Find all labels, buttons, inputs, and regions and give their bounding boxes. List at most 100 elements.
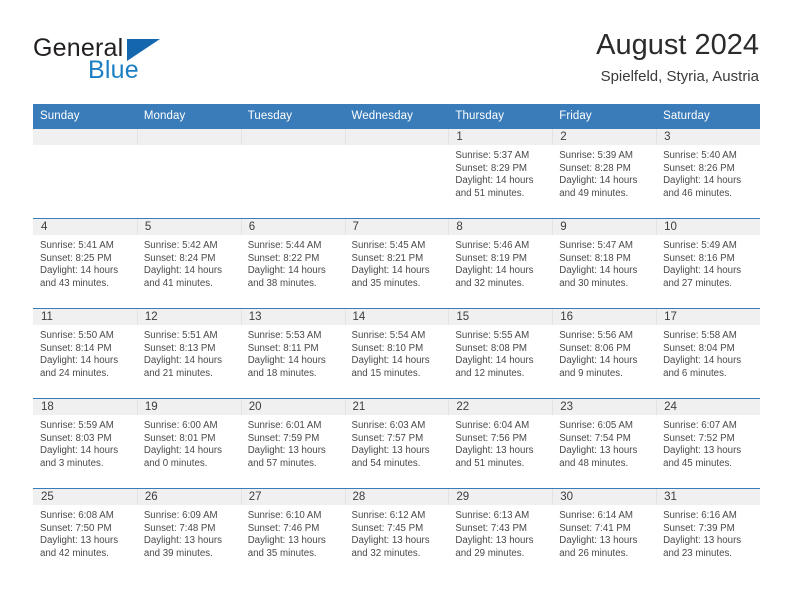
day-cell[interactable]: 7 Sunrise: 5:45 AM Sunset: 8:21 PM Daylight… — [344, 218, 449, 309]
sunrise-text: Sunrise: 5:46 AM — [455, 240, 530, 251]
day-cell[interactable]: 24 Sunrise: 6:07 AM Sunset: 7:52 PM Dayligh… — [656, 398, 760, 489]
daylight-text-cont: and 45 minutes. — [663, 457, 732, 469]
day-cell[interactable]: 12 Sunrise: 5:51 AM Sunset: 8:13 PM Dayligh… — [136, 308, 241, 399]
sunrise-text: Sunrise: 5:53 AM — [247, 330, 322, 341]
weekday-header-friday: Friday — [552, 104, 657, 129]
daylight-text: Daylight: 14 hours — [40, 265, 119, 277]
day-cell[interactable]: 29 Sunrise: 6:13 AM Sunset: 7:43 PM Dayligh… — [448, 488, 553, 578]
day-details: Sunrise: 5:50 AM Sunset: 8:14 PM Daylight:… — [33, 325, 137, 380]
day-cell[interactable]: 20 Sunrise: 6:01 AM Sunset: 7:59 PM Dayligh… — [240, 398, 345, 489]
day-number: 21 — [344, 399, 449, 415]
sunset-text: Sunset: 7:57 PM — [351, 432, 424, 444]
daylight-text: Daylight: 13 hours — [455, 445, 534, 457]
daylight-text: Daylight: 14 hours — [247, 355, 326, 367]
daylight-text: Daylight: 13 hours — [40, 535, 119, 547]
daylight-text-cont: and 42 minutes. — [40, 547, 109, 559]
sunset-text: Sunset: 8:21 PM — [351, 252, 424, 264]
day-number: 6 — [240, 219, 345, 235]
day-details: Sunrise: 5:49 AM Sunset: 8:16 PM Daylight:… — [656, 235, 760, 290]
day-details: Sunrise: 5:56 AM Sunset: 8:06 PM Daylight:… — [552, 325, 656, 380]
daylight-text-cont: and 30 minutes. — [559, 277, 629, 289]
day-cell[interactable]: 6 Sunrise: 5:44 AM Sunset: 8:22 PM Daylight… — [240, 218, 345, 309]
general-blue-logo[interactable]: General Blue — [33, 34, 213, 86]
calendar-table: Sunday Monday Tuesday Wednesday Thursday… — [33, 104, 760, 578]
day-cell[interactable]: 26 Sunrise: 6:09 AM Sunset: 7:48 PM Dayligh… — [136, 488, 241, 578]
daylight-text-cont: and 35 minutes. — [247, 547, 317, 559]
sunrise-text: Sunrise: 6:04 AM — [455, 420, 530, 431]
day-cell[interactable]: 27 Sunrise: 6:10 AM Sunset: 7:46 PM Dayligh… — [240, 488, 345, 578]
day-cell[interactable]: 30 Sunrise: 6:14 AM Sunset: 7:41 PM Dayligh… — [552, 488, 657, 578]
day-details: Sunrise: 5:42 AM Sunset: 8:24 PM Daylight:… — [137, 235, 241, 290]
day-cell[interactable]: 1 Sunrise: 5:37 AM Sunset: 8:29 PM Daylight… — [448, 128, 553, 219]
day-number: 25 — [33, 489, 137, 505]
page-subtitle: Spielfeld, Styria, Austria — [600, 68, 759, 85]
day-cell[interactable]: 23 Sunrise: 6:05 AM Sunset: 7:54 PM Dayligh… — [552, 398, 657, 489]
day-cell[interactable] — [136, 128, 241, 219]
day-cell[interactable]: 8 Sunrise: 5:46 AM Sunset: 8:19 PM Daylight… — [448, 218, 553, 309]
day-cell[interactable]: 22 Sunrise: 6:04 AM Sunset: 7:56 PM Dayligh… — [448, 398, 553, 489]
day-details: Sunrise: 6:14 AM Sunset: 7:41 PM Daylight:… — [552, 505, 656, 560]
day-number: 28 — [344, 489, 449, 505]
day-number: 20 — [240, 399, 345, 415]
daylight-text-cont: and 6 minutes. — [663, 367, 727, 379]
day-cell[interactable]: 4 Sunrise: 5:41 AM Sunset: 8:25 PM Daylight… — [33, 218, 137, 309]
daylight-text: Daylight: 14 hours — [559, 175, 638, 187]
daylight-text: Daylight: 13 hours — [559, 535, 638, 547]
daylight-text: Daylight: 14 hours — [143, 355, 222, 367]
sunset-text: Sunset: 7:54 PM — [559, 432, 631, 444]
daylight-text-cont: and 35 minutes. — [351, 277, 421, 289]
day-number — [136, 129, 241, 145]
sunrise-text: Sunrise: 6:08 AM — [40, 510, 114, 521]
day-details: Sunrise: 6:13 AM Sunset: 7:43 PM Daylight:… — [448, 505, 552, 560]
day-cell[interactable]: 16 Sunrise: 5:56 AM Sunset: 8:06 PM Dayligh… — [552, 308, 657, 399]
day-number: 10 — [656, 219, 760, 235]
daylight-text-cont: and 43 minutes. — [40, 277, 109, 289]
day-cell[interactable]: 14 Sunrise: 5:54 AM Sunset: 8:10 PM Dayligh… — [344, 308, 449, 399]
day-cell[interactable]: 18 Sunrise: 5:59 AM Sunset: 8:03 PM Dayligh… — [33, 398, 137, 489]
day-cell[interactable] — [33, 128, 137, 219]
sunrise-text: Sunrise: 5:37 AM — [455, 150, 530, 161]
day-number: 19 — [136, 399, 241, 415]
day-cell[interactable]: 17 Sunrise: 5:58 AM Sunset: 8:04 PM Dayligh… — [656, 308, 760, 399]
day-details: Sunrise: 6:01 AM Sunset: 7:59 PM Daylight:… — [241, 415, 345, 470]
daylight-text: Daylight: 14 hours — [247, 265, 326, 277]
sunset-text: Sunset: 7:46 PM — [247, 522, 320, 534]
day-cell[interactable]: 3 Sunrise: 5:40 AM Sunset: 8:26 PM Daylight… — [656, 128, 760, 219]
day-cell[interactable]: 10 Sunrise: 5:49 AM Sunset: 8:16 PM Dayligh… — [656, 218, 760, 309]
day-number: 23 — [552, 399, 657, 415]
day-details: Sunrise: 5:44 AM Sunset: 8:22 PM Daylight:… — [241, 235, 345, 290]
day-cell[interactable] — [240, 128, 345, 219]
day-number: 11 — [33, 309, 137, 325]
day-cell[interactable]: 9 Sunrise: 5:47 AM Sunset: 8:18 PM Daylight… — [552, 218, 657, 309]
day-cell[interactable] — [344, 128, 449, 219]
day-cell[interactable]: 2 Sunrise: 5:39 AM Sunset: 8:28 PM Daylight… — [552, 128, 657, 219]
daylight-text-cont: and 32 minutes. — [351, 547, 421, 559]
daylight-text: Daylight: 13 hours — [351, 535, 430, 547]
sunset-text: Sunset: 8:25 PM — [40, 252, 112, 264]
day-cell[interactable]: 19 Sunrise: 6:00 AM Sunset: 8:01 PM Dayligh… — [136, 398, 241, 489]
daylight-text: Daylight: 13 hours — [247, 535, 326, 547]
daylight-text: Daylight: 14 hours — [40, 445, 119, 457]
day-number: 15 — [448, 309, 553, 325]
day-details — [33, 145, 137, 150]
day-cell[interactable]: 25 Sunrise: 6:08 AM Sunset: 7:50 PM Dayligh… — [33, 488, 137, 578]
day-cell[interactable]: 13 Sunrise: 5:53 AM Sunset: 8:11 PM Dayligh… — [240, 308, 345, 399]
day-details: Sunrise: 6:09 AM Sunset: 7:48 PM Daylight:… — [137, 505, 241, 560]
day-cell[interactable]: 21 Sunrise: 6:03 AM Sunset: 7:57 PM Dayligh… — [344, 398, 449, 489]
day-number: 31 — [656, 489, 760, 505]
sunrise-text: Sunrise: 5:51 AM — [143, 330, 218, 341]
day-details: Sunrise: 6:12 AM Sunset: 7:45 PM Daylight:… — [345, 505, 449, 560]
daylight-text: Daylight: 14 hours — [663, 265, 742, 277]
day-cell[interactable]: 5 Sunrise: 5:42 AM Sunset: 8:24 PM Daylight… — [136, 218, 241, 309]
day-cell[interactable]: 11 Sunrise: 5:50 AM Sunset: 8:14 PM Dayligh… — [33, 308, 137, 399]
daylight-text-cont: and 26 minutes. — [559, 547, 629, 559]
sunset-text: Sunset: 7:52 PM — [663, 432, 735, 444]
calendar-header-row: Sunday Monday Tuesday Wednesday Thursday… — [33, 104, 760, 129]
day-details — [241, 145, 345, 150]
day-cell[interactable]: 31 Sunrise: 6:16 AM Sunset: 7:39 PM Dayligh… — [656, 488, 760, 578]
day-cell[interactable]: 15 Sunrise: 5:55 AM Sunset: 8:08 PM Dayligh… — [448, 308, 553, 399]
sunrise-text: Sunrise: 5:58 AM — [663, 330, 737, 341]
day-details: Sunrise: 6:10 AM Sunset: 7:46 PM Daylight:… — [241, 505, 345, 560]
sunrise-text: Sunrise: 5:40 AM — [663, 150, 737, 161]
day-cell[interactable]: 28 Sunrise: 6:12 AM Sunset: 7:45 PM Dayligh… — [344, 488, 449, 578]
